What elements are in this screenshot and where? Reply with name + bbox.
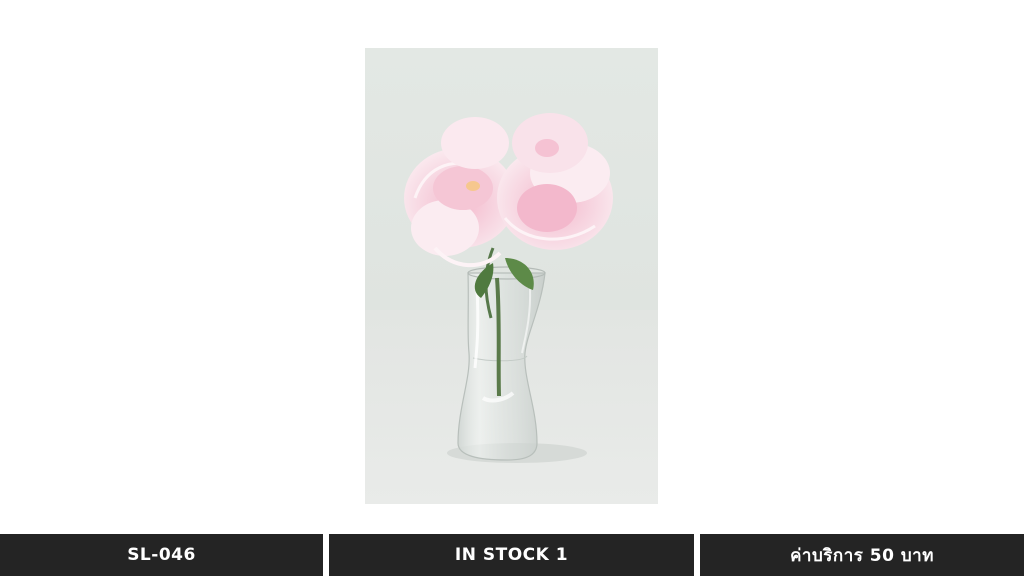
product-photo — [365, 48, 658, 504]
sku-label: SL-046 — [0, 534, 323, 576]
product-card: SL-046 IN STOCK 1 ค่าบริการ 50 บาท — [0, 0, 1024, 576]
price-label: ค่าบริการ 50 บาท — [700, 534, 1024, 576]
flower-vase-illustration — [365, 48, 658, 504]
product-info-bar: SL-046 IN STOCK 1 ค่าบริการ 50 บาท — [0, 534, 1024, 576]
stock-label: IN STOCK 1 — [329, 534, 694, 576]
